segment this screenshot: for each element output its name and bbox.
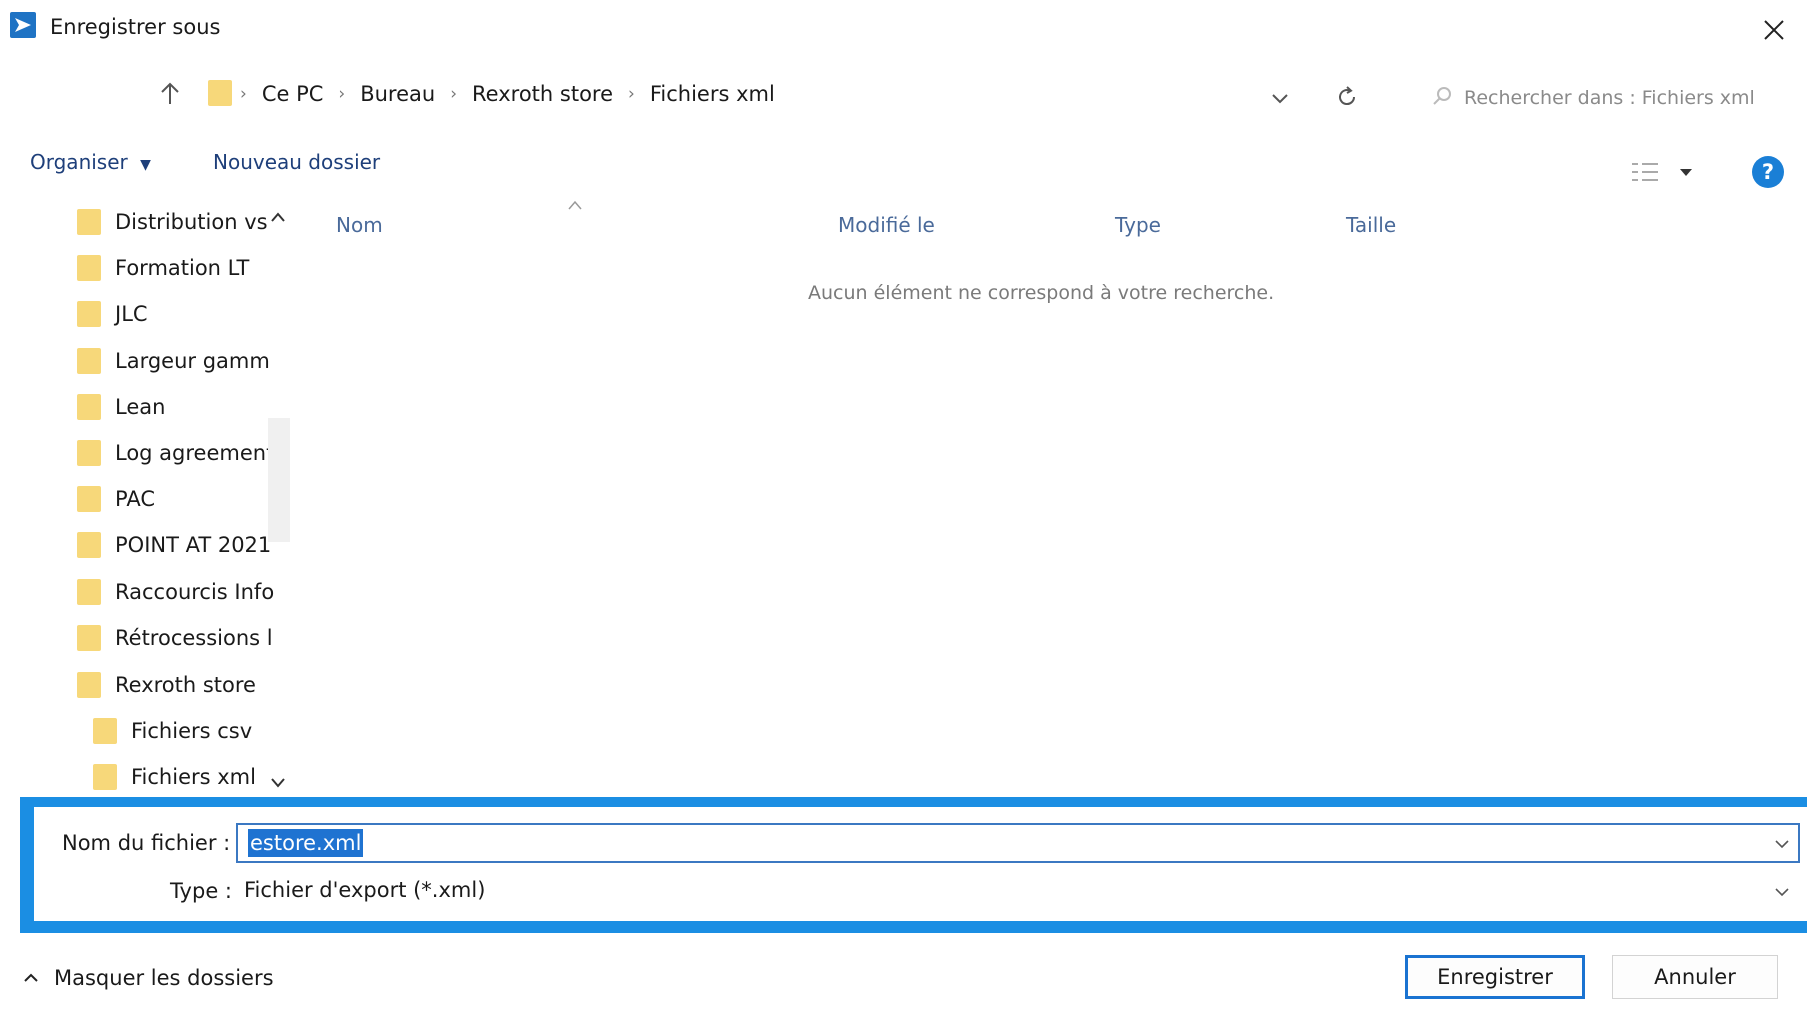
cancel-button[interactable]: Annuler <box>1612 955 1778 999</box>
folder-icon <box>77 209 101 235</box>
filename-dropdown[interactable] <box>1772 836 1792 852</box>
filename-input[interactable] <box>248 827 1748 859</box>
search-icon <box>1430 84 1454 108</box>
sidebar-item-pac[interactable]: PAC <box>77 481 292 517</box>
sidebar-item-fichiers-csv[interactable]: Fichiers csv <box>93 713 308 749</box>
sidebar-item-retrocessions[interactable]: Rétrocessions l <box>77 620 292 656</box>
refresh-button[interactable] <box>1332 82 1362 112</box>
filename-selected-text: estore.xml <box>248 829 364 857</box>
sidebar-item-point-at-2021[interactable]: POINT AT 2021 <box>77 527 292 563</box>
folder-icon <box>77 301 101 327</box>
sidebar-scrollbar-thumb[interactable] <box>268 418 290 542</box>
sidebar-item-label: Fichiers xml <box>131 765 256 789</box>
address-history-dropdown[interactable] <box>1268 88 1292 108</box>
chevron-right-icon: › <box>240 84 247 104</box>
sidebar-item-log-agreement[interactable]: Log agreement <box>77 435 292 471</box>
breadcrumb-item-bureau[interactable]: Bureau <box>360 82 435 106</box>
column-header-size[interactable]: Taille <box>1346 213 1396 237</box>
column-header-type[interactable]: Type <box>1115 213 1161 237</box>
app-icon <box>10 12 36 38</box>
sidebar-item-rexroth-store[interactable]: Rexroth store <box>77 667 292 703</box>
help-button[interactable]: ? <box>1752 156 1784 188</box>
sidebar-item-formation-lt[interactable]: Formation LT <box>77 250 292 286</box>
caret-down-icon: ▼ <box>140 157 151 173</box>
sidebar-item-lean[interactable]: Lean <box>77 389 292 425</box>
folder-icon <box>208 80 232 106</box>
chevron-down-icon <box>1272 94 1288 104</box>
sidebar-item-label: JLC <box>115 302 148 326</box>
chevron-up-icon <box>271 212 285 222</box>
sidebar-item-raccourcis-info[interactable]: Raccourcis Info <box>77 574 292 610</box>
new-folder-button[interactable]: Nouveau dossier <box>213 150 380 174</box>
sidebar-item-jlc[interactable]: JLC <box>77 296 292 332</box>
folder-icon <box>77 579 101 605</box>
breadcrumb-item-ce-pc[interactable]: Ce PC <box>262 82 324 106</box>
sidebar-scroll-down[interactable] <box>268 772 288 792</box>
save-button[interactable]: Enregistrer <box>1405 955 1585 999</box>
folder-icon <box>77 255 101 281</box>
refresh-icon <box>1339 86 1356 106</box>
sidebar-item-label: Raccourcis Info <box>115 580 275 604</box>
details-view-icon <box>1632 163 1658 181</box>
arrow-up-icon <box>161 82 179 104</box>
breadcrumb-item-rexroth-store[interactable]: Rexroth store <box>472 82 613 106</box>
sidebar-item-label: Fichiers csv <box>131 719 253 743</box>
folder-icon <box>77 348 101 374</box>
close-icon <box>1764 20 1784 40</box>
type-label: Type : <box>170 879 232 903</box>
sidebar-item-label: Largeur gamm <box>115 349 270 373</box>
sidebar-item-label: Rétrocessions l <box>115 626 273 650</box>
type-select-value: Fichier d'export (*.xml) <box>244 878 486 902</box>
sidebar-item-largeur-gamme[interactable]: Largeur gamm <box>77 343 292 379</box>
organize-button[interactable]: Organiser ▼ <box>30 150 151 174</box>
folder-icon <box>77 532 101 558</box>
chevron-down-icon <box>1772 884 1792 900</box>
breadcrumb-item-fichiers-xml[interactable]: Fichiers xml <box>650 82 775 106</box>
sidebar-scroll-up[interactable] <box>268 208 288 228</box>
organize-label: Organiser <box>30 150 128 174</box>
chevron-up-icon <box>24 973 38 982</box>
filename-label: Nom du fichier : <box>62 831 231 855</box>
sidebar-item-label: PAC <box>115 487 155 511</box>
folder-icon <box>77 486 101 512</box>
folder-icon <box>77 672 101 698</box>
sidebar-item-distribution[interactable]: Distribution vs <box>77 204 292 240</box>
sidebar-item-label: Rexroth store <box>115 673 256 697</box>
empty-results-message: Aucun élément ne correspond à votre rech… <box>808 282 1275 304</box>
column-header-modified[interactable]: Modifié le <box>838 213 935 237</box>
sort-ascending-icon <box>566 196 584 210</box>
chevron-down-icon <box>271 778 285 788</box>
folder-icon <box>77 625 101 651</box>
sidebar-item-label: Formation LT <box>115 256 250 280</box>
folder-icon <box>77 394 101 420</box>
sidebar-item-label: POINT AT 2021 <box>115 533 272 557</box>
column-header-name[interactable]: Nom <box>336 213 383 237</box>
sidebar-item-label: Distribution vs <box>115 210 268 234</box>
sidebar-item-label: Lean <box>115 395 166 419</box>
hide-folders-toggle[interactable]: Masquer les dossiers <box>20 966 274 990</box>
up-button[interactable] <box>155 78 185 108</box>
chevron-down-icon <box>1775 840 1789 849</box>
chevron-right-icon: › <box>628 84 635 104</box>
close-button[interactable] <box>1756 12 1792 48</box>
breadcrumb: › Ce PC › Bureau › Rexroth store › Fichi… <box>240 82 775 106</box>
sidebar-item-label: Log agreement <box>115 441 275 465</box>
caret-down-icon <box>1680 169 1692 176</box>
view-options-button[interactable] <box>1630 158 1700 186</box>
hide-folders-label: Masquer les dossiers <box>54 966 274 990</box>
chevron-right-icon: › <box>338 84 346 104</box>
chevron-right-icon: › <box>450 84 458 104</box>
folder-icon <box>93 718 117 744</box>
folder-icon <box>77 440 101 466</box>
window-title: Enregistrer sous <box>50 15 221 39</box>
folder-icon <box>93 764 117 790</box>
search-input[interactable] <box>1462 80 1796 116</box>
